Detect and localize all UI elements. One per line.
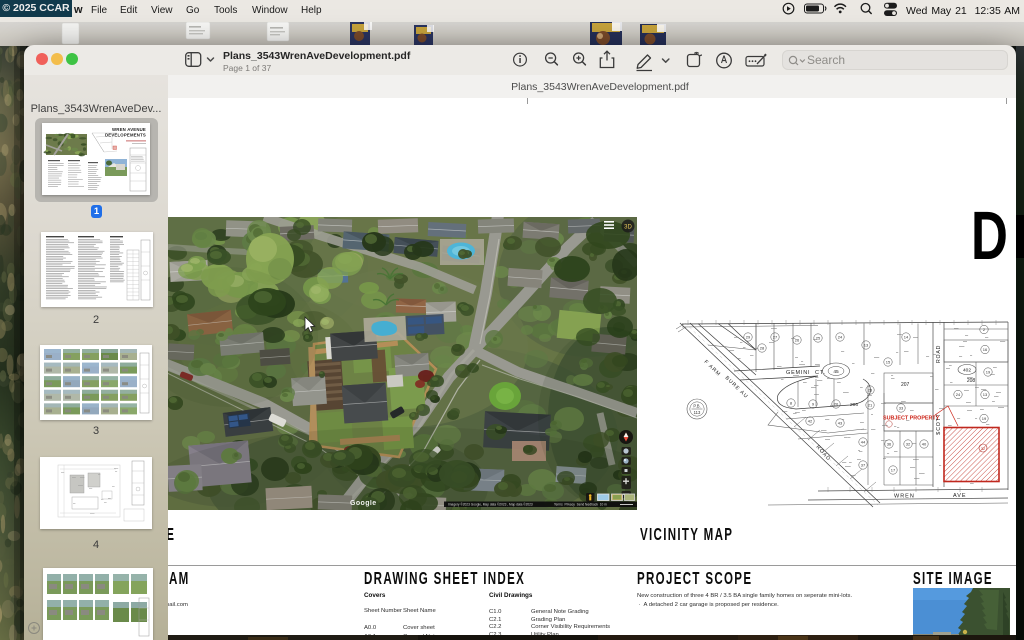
svg-text:42: 42 xyxy=(808,418,813,423)
svg-text:206: 206 xyxy=(850,402,858,408)
svg-text:24: 24 xyxy=(956,392,961,397)
svg-text:14: 14 xyxy=(904,334,909,339)
svg-text:P.B.: P.B. xyxy=(693,403,700,408)
svg-text:402: 402 xyxy=(963,367,971,373)
svg-text:Terms Privacy Send feedback: Terms Privacy Send feedback 10 m xyxy=(554,503,607,507)
svg-text:33: 33 xyxy=(899,405,904,410)
svg-text:19: 19 xyxy=(982,416,987,421)
svg-text:28: 28 xyxy=(760,345,765,350)
svg-text:17: 17 xyxy=(891,467,896,472)
svg-text:23: 23 xyxy=(868,387,873,392)
svg-text:24: 24 xyxy=(838,334,843,339)
svg-text:113: 113 xyxy=(694,410,701,415)
svg-text:13: 13 xyxy=(864,342,869,347)
svg-text:25: 25 xyxy=(816,335,821,340)
svg-text:36: 36 xyxy=(887,441,892,446)
svg-text:19: 19 xyxy=(986,369,991,374)
svg-text:27: 27 xyxy=(773,334,778,339)
svg-text:GEMINI CT.: GEMINI CT. xyxy=(786,370,826,376)
svg-text:13: 13 xyxy=(983,392,988,397)
svg-text:44: 44 xyxy=(861,439,866,444)
svg-text:21: 21 xyxy=(868,402,873,407)
svg-text:32: 32 xyxy=(906,441,911,446)
svg-text:16: 16 xyxy=(983,347,988,352)
svg-text:40: 40 xyxy=(922,441,927,446)
svg-text:SUBJECT PROPERTY: SUBJECT PROPERTY xyxy=(883,415,940,421)
svg-text:207: 207 xyxy=(901,382,910,388)
svg-text:45: 45 xyxy=(833,369,839,375)
svg-text:DEVELOPEMENTS: DEVELOPEMENTS xyxy=(105,133,146,138)
svg-text:Google: Google xyxy=(350,500,377,507)
svg-text:20: 20 xyxy=(834,401,839,406)
svg-text:208: 208 xyxy=(967,378,976,384)
svg-text:15: 15 xyxy=(886,359,891,364)
svg-text:Imagery ©2023 Google, Map data: Imagery ©2023 Google, Map data ©2023 , M… xyxy=(448,503,533,507)
svg-text:32: 32 xyxy=(981,446,985,450)
svg-text:WREN AVENUE: WREN AVENUE xyxy=(112,127,146,132)
svg-text:ROAD: ROAD xyxy=(936,344,942,362)
svg-text:WREN: WREN xyxy=(894,493,915,499)
svg-text:AVE: AVE xyxy=(953,493,967,499)
svg-text:29: 29 xyxy=(746,334,751,339)
svg-text:26: 26 xyxy=(795,337,800,342)
svg-text:3D: 3D xyxy=(624,225,632,231)
svg-text:37: 37 xyxy=(861,462,866,467)
svg-text:43: 43 xyxy=(838,420,843,425)
